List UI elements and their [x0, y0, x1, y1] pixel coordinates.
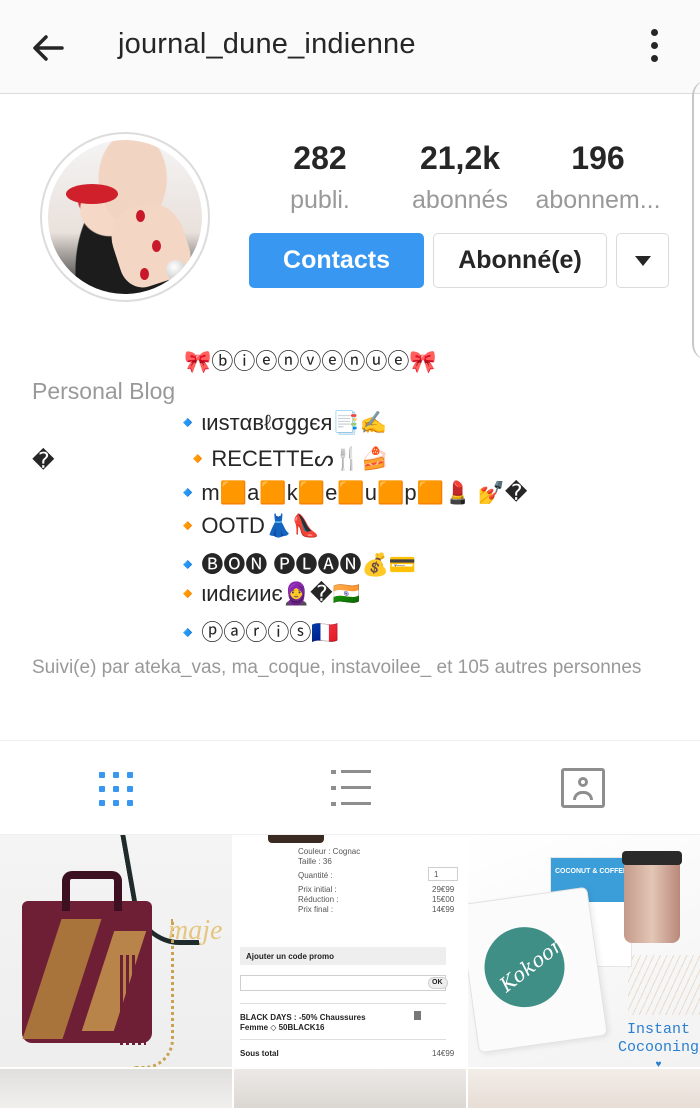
- bio-line-1: 🔹ιиѕтαвℓσggєя📑✍️: [174, 410, 388, 435]
- receipt-reduction-value: 15€00: [432, 895, 455, 904]
- bio-line-4: 🔸OOTD👗👠: [174, 513, 320, 538]
- receipt-final-value: 14€99: [432, 905, 455, 914]
- profile-tab-bar: [0, 740, 700, 835]
- following-count: 196: [571, 140, 625, 176]
- post-thumbnail-3[interactable]: COCONUT & COFFEE Kokoon Instant Cocoonin…: [468, 835, 700, 1067]
- following-label: abonnem...: [535, 186, 661, 214]
- bio-line-7: 🔹ⓟⓐⓡⓘⓢ🇫🇷: [174, 620, 339, 645]
- post-3-caption-line-1: Instant: [627, 1021, 691, 1038]
- receipt-size: Taille : 36: [298, 857, 332, 866]
- receipt-ok-button: OK: [432, 979, 443, 986]
- tab-list[interactable]: [233, 741, 466, 836]
- followers-count: 21,2k: [419, 140, 501, 176]
- receipt-subtotal-label: Sous total: [240, 1049, 279, 1058]
- side-panel-edge: [692, 80, 700, 360]
- post-thumbnail-2[interactable]: Couleur : Cognac Taille : 36 Quantité : …: [234, 835, 466, 1067]
- receipt-initial-label: Prix initial :: [298, 885, 337, 894]
- receipt-color: Couleur : Cognac: [298, 847, 361, 856]
- post-3-box-text: COCONUT & COFFEE: [555, 868, 628, 875]
- profile-username: journal_dune_indienne: [118, 28, 416, 60]
- tab-grid[interactable]: [0, 741, 233, 836]
- posts-label: publi.: [290, 186, 350, 214]
- receipt-final-label: Prix final :: [298, 905, 334, 914]
- posts-count: 282: [293, 140, 347, 176]
- grid-icon: [99, 772, 133, 806]
- receipt-promo-label: Ajouter un code promo: [246, 952, 334, 961]
- stat-posts[interactable]: 282 publi.: [250, 140, 390, 215]
- tab-tagged[interactable]: [466, 741, 699, 836]
- avatar-image: [48, 140, 202, 294]
- bio-line-3: 🔹m🟧a🟧k🟧e🟧u🟧p🟧💄 💅�: [174, 480, 528, 505]
- arrow-left-icon[interactable]: [28, 28, 68, 68]
- suggestions-dropdown-button[interactable]: [616, 233, 669, 288]
- post-thumbnail-6[interactable]: [468, 1069, 700, 1108]
- bio-category: Personal Blog: [32, 378, 176, 404]
- list-icon: [331, 770, 371, 806]
- bio-welcome: 🎀ⓑⓘⓔⓝⓥⓔⓝⓤⓔ🎀: [184, 349, 437, 374]
- followers-label: abonnés: [412, 186, 508, 214]
- top-bar: journal_dune_indienne: [0, 0, 700, 94]
- receipt-initial-value: 29€99: [432, 885, 455, 894]
- post-thumbnail-4[interactable]: [0, 1069, 232, 1108]
- heart-icon: ♥: [655, 1060, 662, 1067]
- receipt-quantity-value: 1: [434, 870, 439, 879]
- receipt-reduction-label: Réduction :: [298, 895, 339, 904]
- receipt-black-days-code: Femme ◇ 50BLACK16: [240, 1023, 325, 1032]
- receipt-black-days: BLACK DAYS : -50% Chaussures: [240, 1013, 366, 1022]
- profile-avatar[interactable]: [40, 132, 210, 302]
- following-button[interactable]: Abonné(e): [433, 233, 607, 288]
- bio-line-5: 🔹🅑🅞🅝 🅟🅛🅐🅝💰💳: [174, 552, 417, 577]
- more-vertical-icon[interactable]: [640, 26, 668, 68]
- bio-line-2: 🔸RECETTEᔕ🍴🍰: [184, 446, 389, 471]
- post-3-caption: Instant Cocooning ♥: [618, 1021, 699, 1067]
- stat-following[interactable]: 196 abonnem...: [528, 140, 668, 215]
- bio-line-6: 🔸ιиdιєииє🧕�🇮🇳: [174, 581, 361, 606]
- receipt-subtotal-value: 14€99: [432, 1049, 455, 1058]
- bio-line-2-left: �: [32, 448, 55, 473]
- caret-down-icon: [635, 256, 651, 266]
- post-thumbnail-5[interactable]: [234, 1069, 466, 1108]
- contacts-button[interactable]: Contacts: [249, 233, 424, 288]
- tagged-person-icon: [561, 768, 605, 808]
- post-1-brand-text: maje: [168, 915, 223, 946]
- post-3-caption-line-2: Cocooning: [618, 1039, 700, 1056]
- stat-followers[interactable]: 21,2k abonnés: [390, 140, 530, 215]
- followed-by-text[interactable]: Suivi(e) par ateka_vas, ma_coque, instav…: [32, 652, 652, 683]
- post-thumbnail-1[interactable]: maje: [0, 835, 232, 1067]
- receipt-quantity-label: Quantité :: [298, 871, 333, 880]
